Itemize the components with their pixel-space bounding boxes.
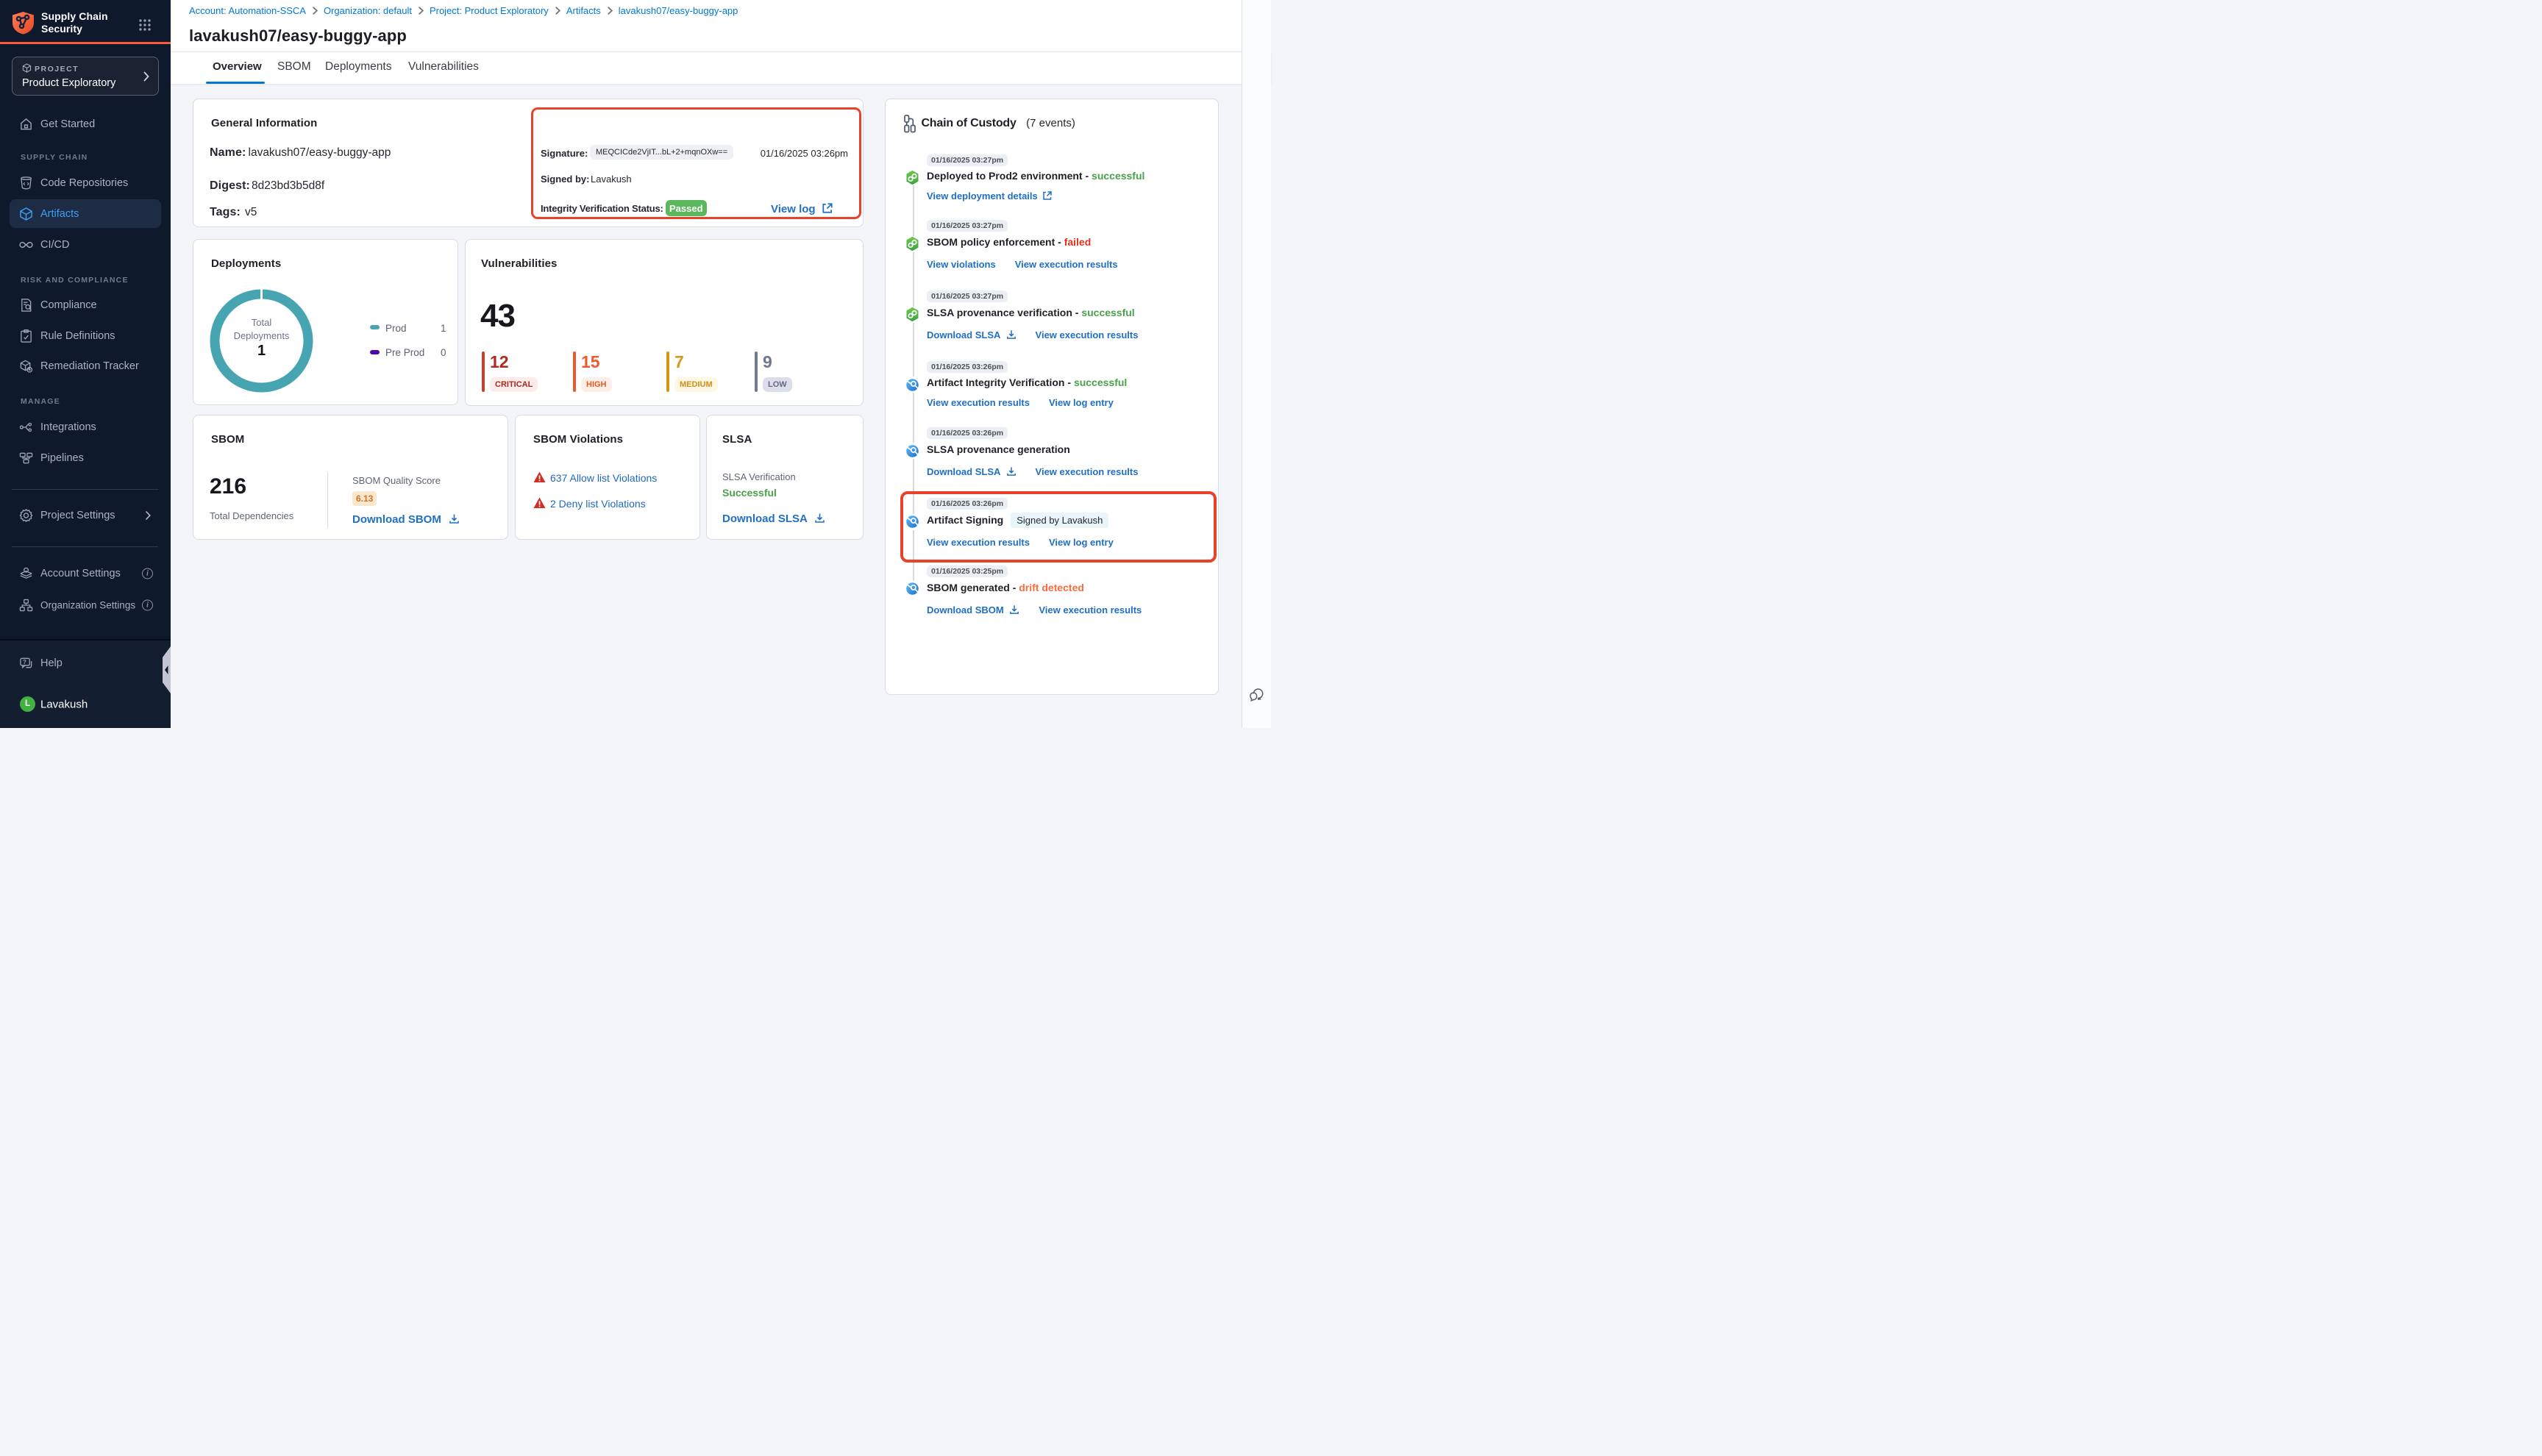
- svg-text:?: ?: [23, 659, 26, 665]
